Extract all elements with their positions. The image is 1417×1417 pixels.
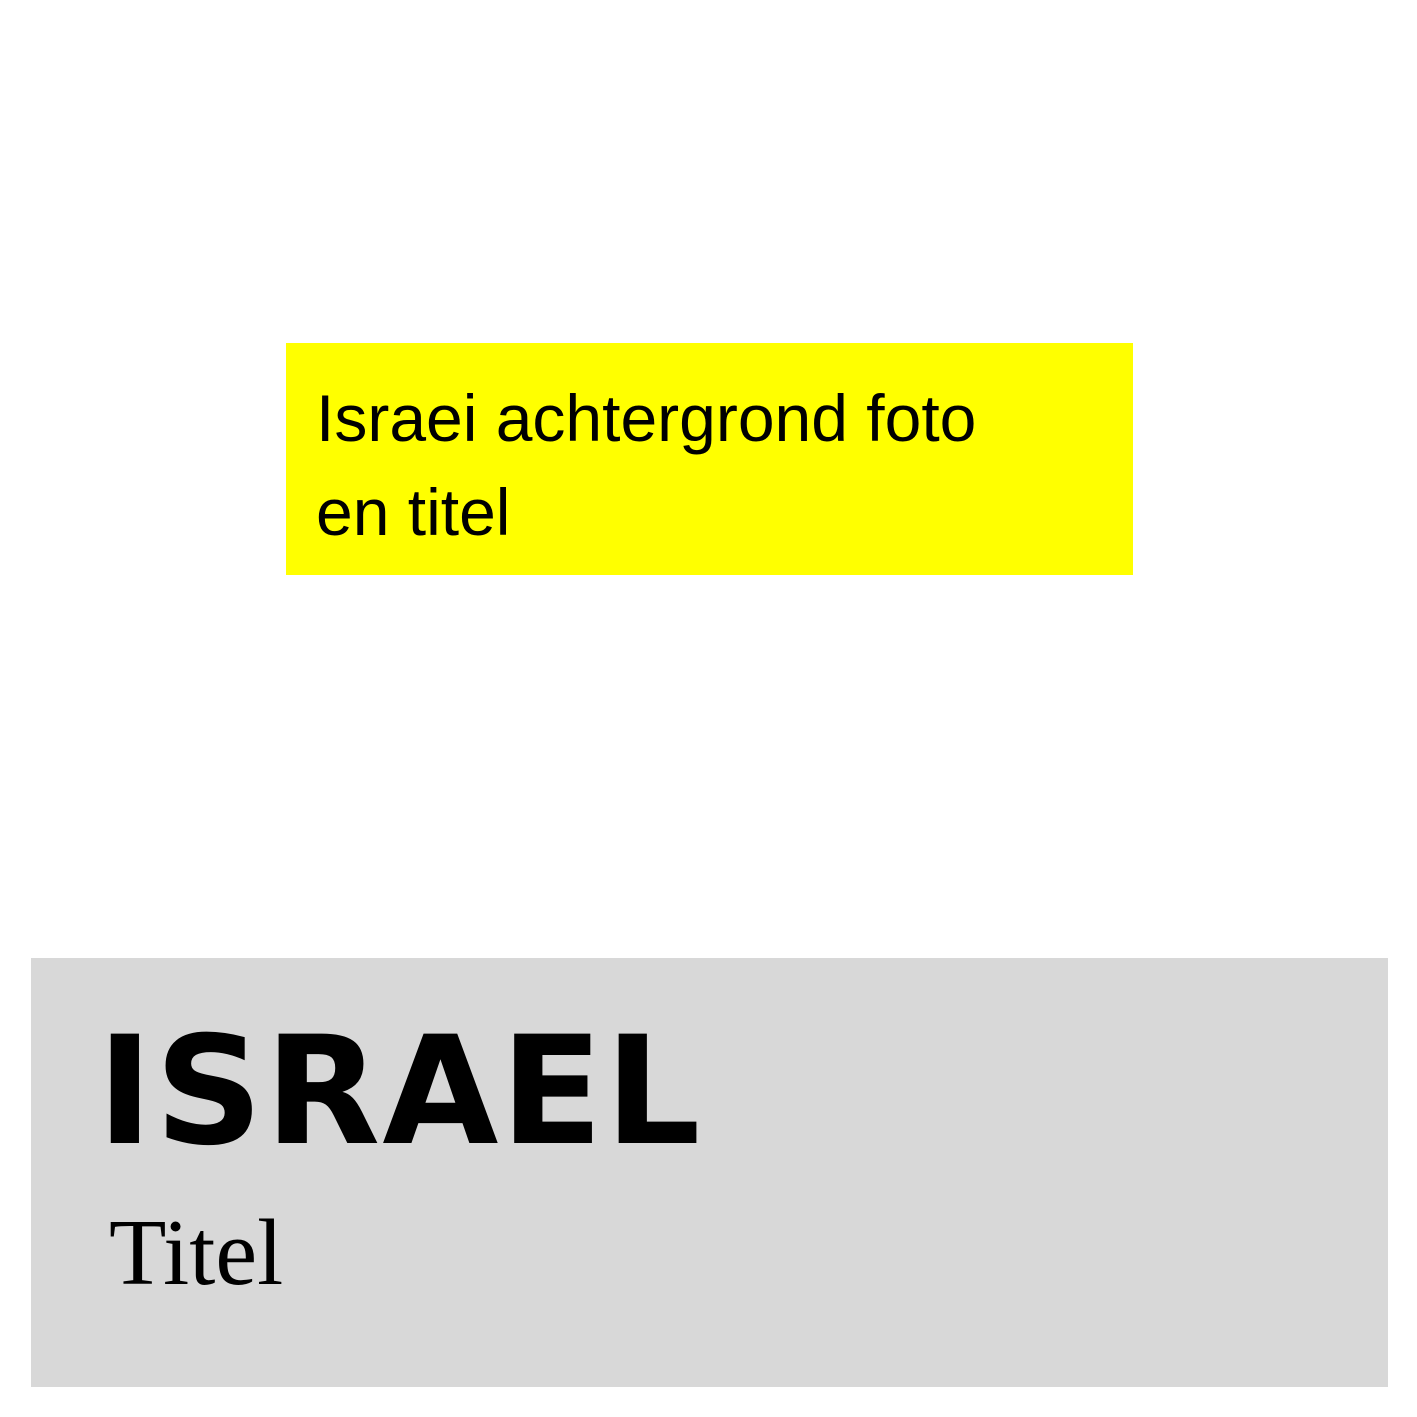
subtitle: Titel [109,1201,284,1305]
note-line-1: Israei achtergrond foto [316,381,977,455]
title-panel: ISRAEL Titel [31,958,1388,1387]
note-line-2: en titel [316,475,511,549]
placeholder-note: Israei achtergrond foto en titel [286,343,1133,575]
country-heading: ISRAEL [97,1005,703,1179]
